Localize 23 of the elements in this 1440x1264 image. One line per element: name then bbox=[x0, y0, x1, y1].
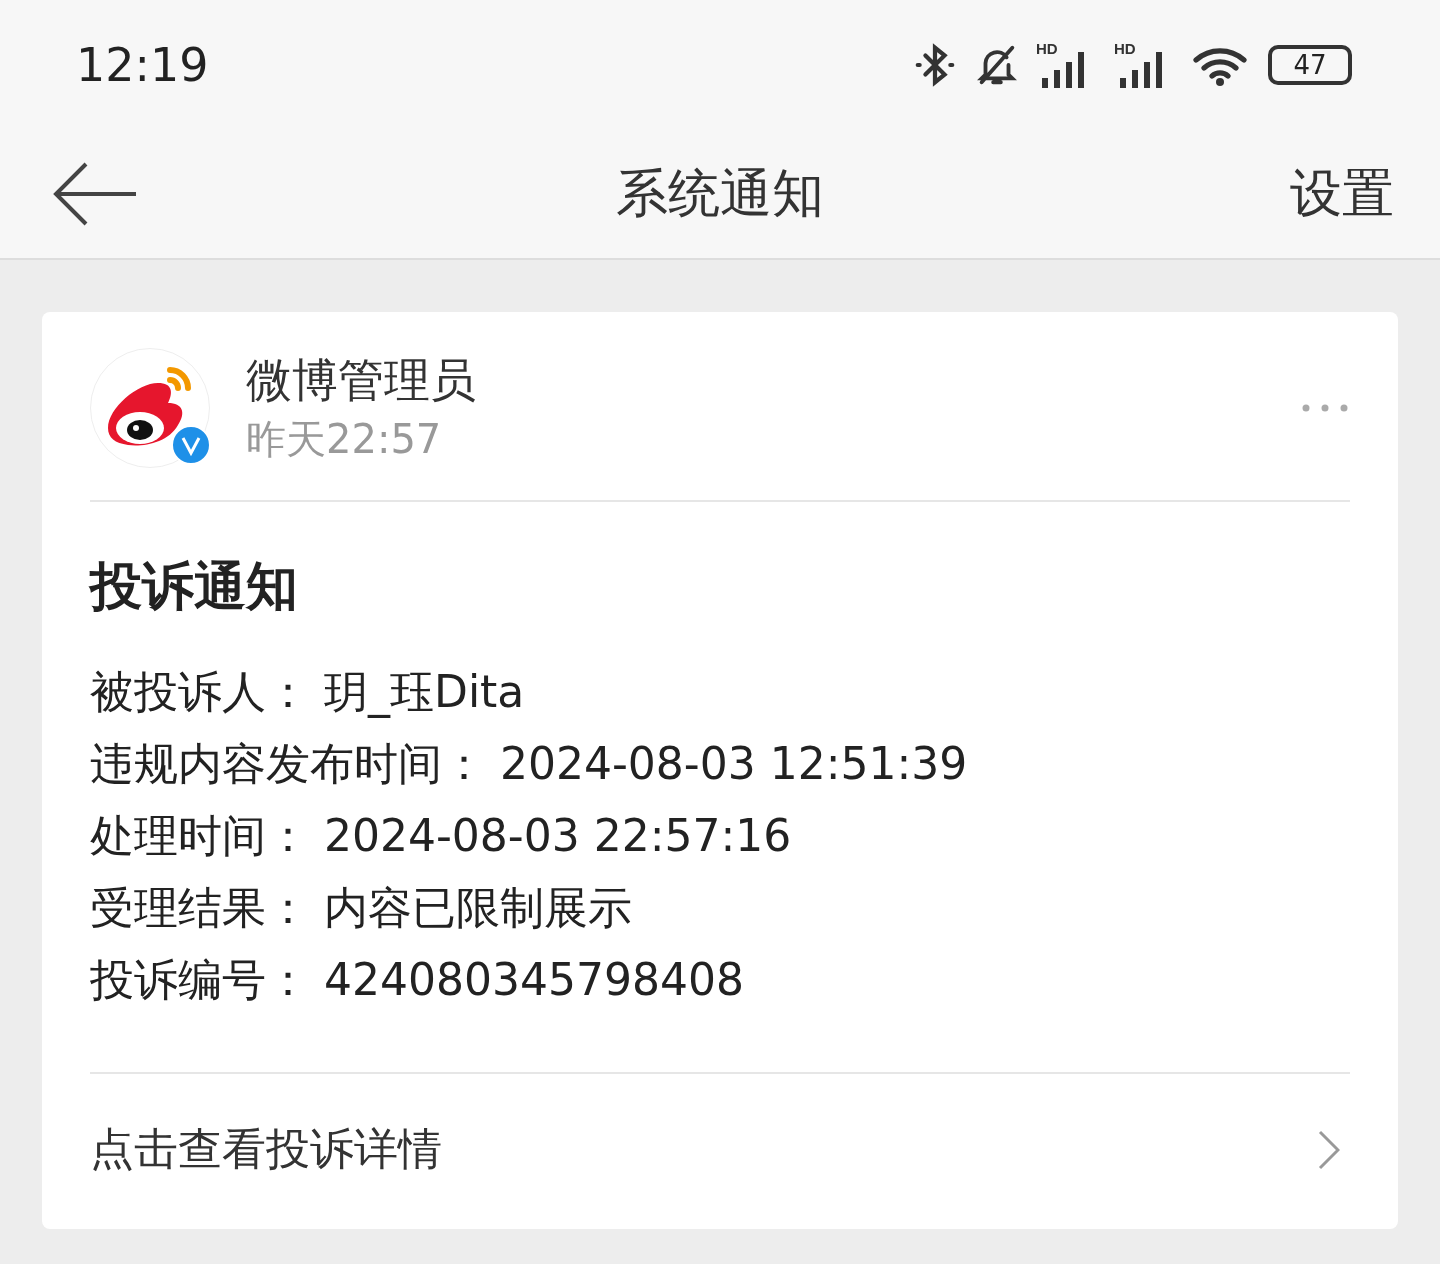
timestamp: 昨天22:57 bbox=[246, 414, 443, 464]
field-value: 玥_珏Dita bbox=[324, 665, 525, 720]
sender-name: 微博管理员 bbox=[246, 351, 477, 409]
chevron-right-icon bbox=[1318, 1129, 1340, 1170]
field-value: 2024-08-03 12:51:39 bbox=[500, 737, 968, 791]
field-value: 424080345798408 bbox=[324, 953, 744, 1007]
field-label: 违规内容发布时间： bbox=[90, 737, 486, 791]
field-label: 受理结果： bbox=[90, 881, 310, 935]
battery-icon: 47 bbox=[1268, 45, 1352, 85]
field-label: 投诉编号： bbox=[90, 953, 310, 1007]
settings-link[interactable]: 设置 bbox=[1290, 159, 1394, 229]
verified-badge-icon bbox=[171, 425, 211, 465]
details-link[interactable]: 点击查看投诉详情 bbox=[42, 1074, 1398, 1229]
network-label: HD bbox=[1036, 40, 1058, 57]
field-value: 2024-08-03 22:57:16 bbox=[324, 809, 792, 863]
field-label: 处理时间： bbox=[90, 809, 310, 863]
page-title: 系统通知 bbox=[616, 162, 824, 225]
field-value: 内容已限制展示 bbox=[324, 881, 632, 935]
notice-heading: 投诉通知 bbox=[90, 555, 299, 618]
status-time: 12:19 bbox=[76, 38, 209, 92]
network-label: HD bbox=[1114, 40, 1136, 57]
back-arrow-icon[interactable] bbox=[52, 161, 138, 227]
field-label: 被投诉人： bbox=[90, 665, 310, 719]
